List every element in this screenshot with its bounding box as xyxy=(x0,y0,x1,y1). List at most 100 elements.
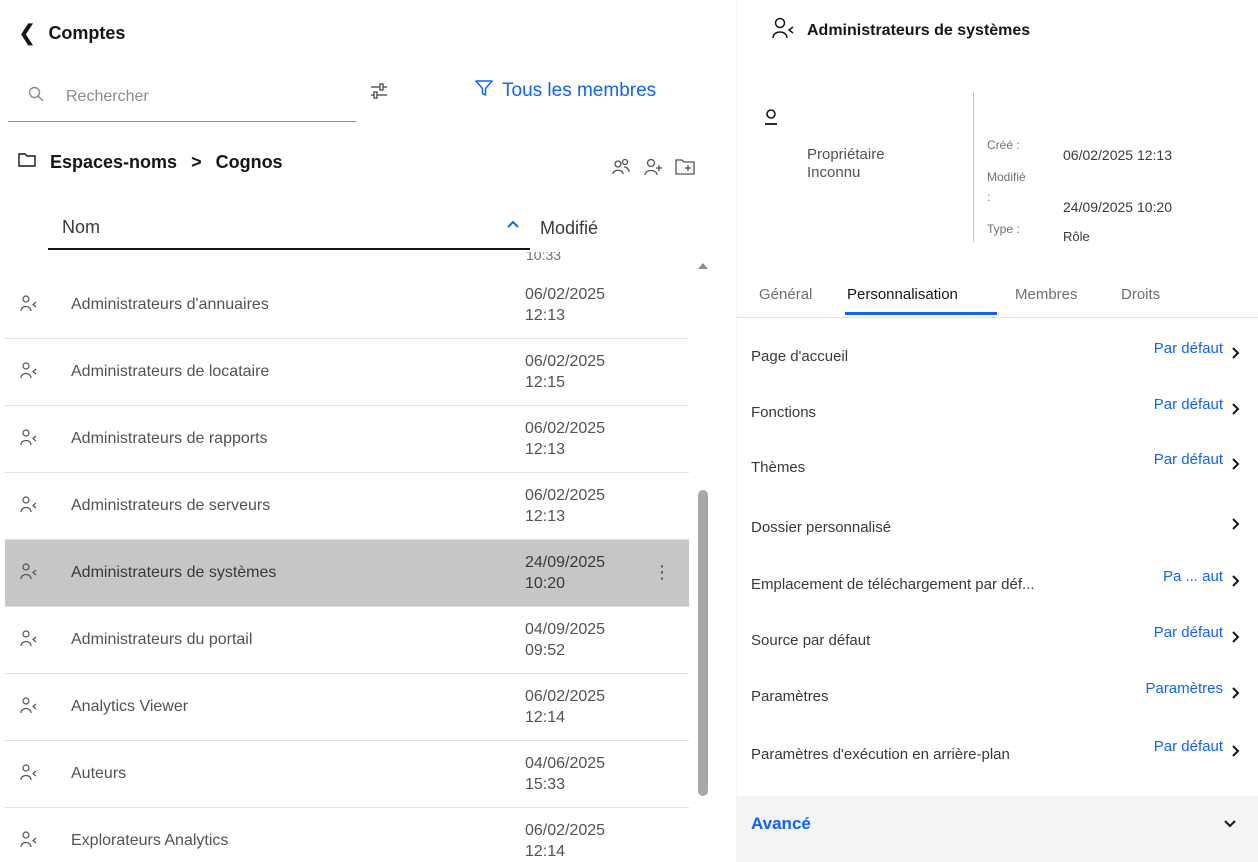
property-value[interactable]: Par défaut xyxy=(1154,340,1223,357)
add-folder-icon[interactable] xyxy=(674,156,696,178)
row-time: 15:33 xyxy=(525,776,566,793)
role-icon xyxy=(19,361,37,384)
created-label: Créé : xyxy=(987,138,1020,152)
table-row[interactable]: Administrateurs d'annuaires 06/02/2025 12:… xyxy=(5,272,689,339)
property-label: Page d'accueil xyxy=(751,348,849,365)
panel-title: Comptes xyxy=(48,22,126,43)
details-header: Administrateurs de systèmes xyxy=(771,16,1030,45)
property-value[interactable]: Par défaut xyxy=(1154,451,1223,468)
tab-droits[interactable]: Droits xyxy=(1121,286,1160,303)
property-value[interactable]: Par défaut xyxy=(1154,396,1223,413)
property-row[interactable]: Fonctions Par défaut xyxy=(737,382,1247,442)
property-row[interactable]: Paramètres Paramètres xyxy=(737,666,1247,726)
breadcrumb-separator: > xyxy=(191,152,202,172)
row-name: Auteurs xyxy=(71,765,127,782)
members-icon[interactable] xyxy=(610,156,632,178)
accounts-list: Administrateurs d'annuaires 06/02/2025 12:… xyxy=(5,272,689,862)
chevron-left-icon[interactable]: ❮ xyxy=(18,22,36,44)
property-row[interactable]: Source par défaut Par défaut xyxy=(737,610,1247,670)
chevron-right-icon xyxy=(1231,402,1241,421)
property-label: Source par défaut xyxy=(751,632,871,649)
property-row[interactable]: Thèmes Par défaut xyxy=(737,437,1247,497)
row-name: Administrateurs de rapports xyxy=(71,430,268,447)
role-icon xyxy=(771,16,795,45)
tab-membres[interactable]: Membres xyxy=(1015,286,1078,303)
sort-up-icon[interactable] xyxy=(506,216,520,234)
members-filter-button[interactable]: Tous les membres xyxy=(474,78,656,104)
funnel-icon xyxy=(474,78,494,104)
table-row[interactable]: Administrateurs de serveurs 06/02/2025 12:… xyxy=(5,473,689,540)
clipped-row-time: 10:33 xyxy=(526,252,562,262)
row-date: 06/02/2025 xyxy=(525,822,606,839)
add-user-icon[interactable] xyxy=(642,156,664,178)
advanced-section[interactable]: Avancé xyxy=(737,796,1258,862)
table-row[interactable]: Analytics Viewer 06/02/2025 12:14 xyxy=(5,674,689,741)
advanced-label: Avancé xyxy=(751,814,811,833)
breadcrumb-root[interactable]: Espaces-noms xyxy=(50,152,177,173)
chevron-right-icon xyxy=(1231,686,1241,705)
property-row[interactable]: Page d'accueil Par défaut xyxy=(737,326,1247,386)
property-row[interactable]: Emplacement de téléchargement par déf...… xyxy=(737,554,1247,614)
details-title: Administrateurs de systèmes xyxy=(807,21,1031,39)
type-value: Rôle xyxy=(1063,229,1090,244)
row-name: Administrateurs d'annuaires xyxy=(71,296,269,313)
scroll-up-icon[interactable] xyxy=(698,263,708,269)
overflow-menu-icon[interactable]: ⋮ xyxy=(653,562,671,583)
row-time: 09:52 xyxy=(525,642,566,659)
row-modified: 04/09/2025 09:52 xyxy=(525,619,605,661)
table-row[interactable]: Administrateurs de locataire 06/02/2025 12… xyxy=(5,339,689,406)
modified-value: 24/09/2025 10:20 xyxy=(1063,199,1172,215)
row-name: Analytics Viewer xyxy=(71,698,189,715)
table-row[interactable]: Administrateurs de rapports 06/02/2025 12:… xyxy=(5,406,689,473)
property-label: Paramètres d'exécution en arrière-plan xyxy=(751,746,1010,763)
row-modified: 06/02/2025 12:13 xyxy=(525,418,605,460)
column-header-name[interactable]: Nom xyxy=(48,206,530,250)
property-label: Thèmes xyxy=(751,459,806,476)
filter-settings-icon[interactable] xyxy=(368,80,394,104)
row-time: 12:13 xyxy=(525,441,566,458)
property-row[interactable]: Paramètres d'exécution en arrière-plan Pa… xyxy=(737,724,1247,784)
created-value: 06/02/2025 12:13 xyxy=(1063,147,1172,163)
column-name-label: Nom xyxy=(62,216,101,237)
property-value[interactable]: Par défaut xyxy=(1154,624,1223,641)
column-header-modified[interactable]: Modifié xyxy=(540,218,598,239)
property-value[interactable]: Pa ... aut xyxy=(1163,568,1223,585)
search-input[interactable]: Rechercher xyxy=(8,72,356,122)
search-placeholder: Rechercher xyxy=(66,87,149,105)
tab-general[interactable]: Général xyxy=(759,286,812,303)
tab-personnalisation[interactable]: Personnalisation xyxy=(847,286,958,303)
property-value[interactable]: Par défaut xyxy=(1154,738,1223,755)
accounts-panel: ❮ Comptes Rechercher Tous les membres Es… xyxy=(0,0,718,862)
table-row[interactable]: Administrateurs du portail 04/09/2025 09:5… xyxy=(5,607,689,674)
scrollbar-thumb[interactable] xyxy=(698,490,708,796)
row-modified: 04/06/2025 15:33 xyxy=(525,753,605,795)
owner-info: Propriétaire Inconnu xyxy=(807,146,885,182)
role-icon xyxy=(19,830,37,853)
chevron-right-icon xyxy=(1231,744,1241,763)
role-icon xyxy=(19,696,37,719)
row-time: 12:15 xyxy=(525,374,566,391)
row-time: 12:14 xyxy=(525,843,566,860)
table-row[interactable]: Explorateurs Analytics 06/02/2025 12:14 xyxy=(5,808,689,862)
row-modified: 24/09/2025 10:20 xyxy=(525,552,605,594)
row-name: Administrateurs de serveurs xyxy=(71,497,271,514)
chevron-right-icon xyxy=(1231,517,1241,536)
role-icon xyxy=(19,763,37,786)
members-filter-label: Tous les membres xyxy=(502,80,657,101)
row-date: 06/02/2025 xyxy=(525,688,606,705)
type-label: Type : xyxy=(987,222,1020,236)
property-row[interactable]: Dossier personnalisé xyxy=(737,497,1247,557)
property-label: Paramètres xyxy=(751,688,829,705)
chevron-right-icon xyxy=(1231,457,1241,476)
role-icon xyxy=(19,294,37,317)
details-tabs: Général Personnalisation Membres Droits xyxy=(737,272,1258,318)
row-name: Administrateurs de systèmes xyxy=(71,564,277,581)
row-date: 04/06/2025 xyxy=(525,755,606,772)
table-row[interactable]: Administrateurs de systèmes 24/09/2025 10:… xyxy=(5,540,689,607)
row-date: 04/09/2025 xyxy=(525,621,606,638)
role-icon xyxy=(19,428,37,451)
row-time: 12:13 xyxy=(525,307,566,324)
property-value[interactable]: Paramètres xyxy=(1145,680,1223,697)
table-row[interactable]: Auteurs 04/06/2025 15:33 xyxy=(5,741,689,808)
row-time: 12:13 xyxy=(525,508,566,525)
